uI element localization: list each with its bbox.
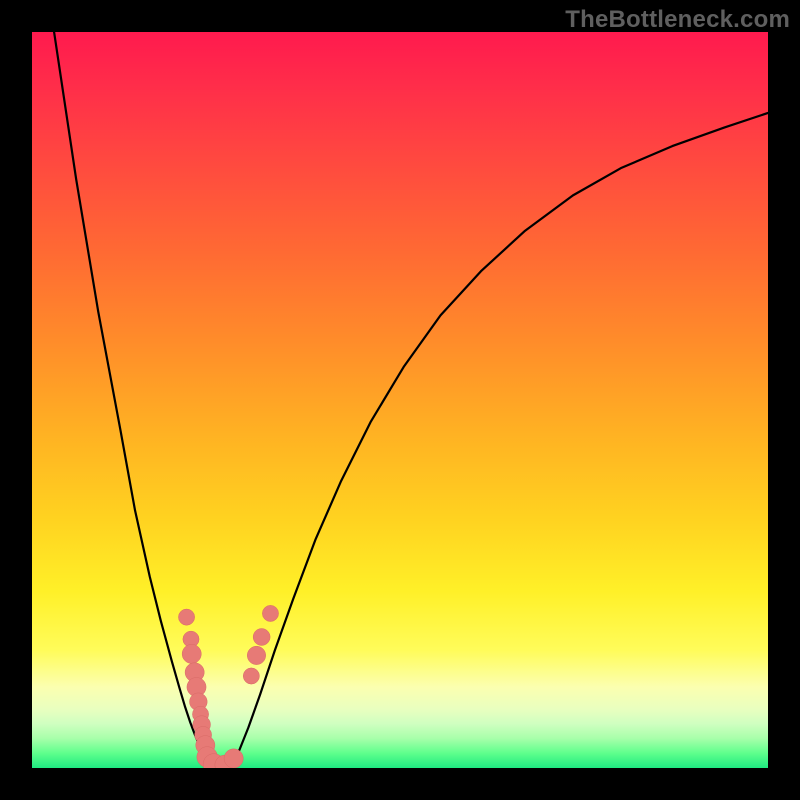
chart-svg xyxy=(32,32,768,768)
watermark-text: TheBottleneck.com xyxy=(565,6,790,34)
data-point-left-dots-13 xyxy=(224,749,243,768)
curve-layer xyxy=(54,32,768,767)
data-point-left-dots-2 xyxy=(182,644,201,663)
data-point-right-dots-2 xyxy=(253,629,270,646)
data-point-right-dots-1 xyxy=(247,646,265,664)
chart-frame: TheBottleneck.com xyxy=(0,0,800,800)
plot-area xyxy=(32,32,768,768)
data-point-right-dots-0 xyxy=(243,668,259,684)
series-right-curve xyxy=(232,113,768,764)
data-point-right-dots-3 xyxy=(262,605,278,621)
data-point-left-dots-0 xyxy=(178,609,194,625)
